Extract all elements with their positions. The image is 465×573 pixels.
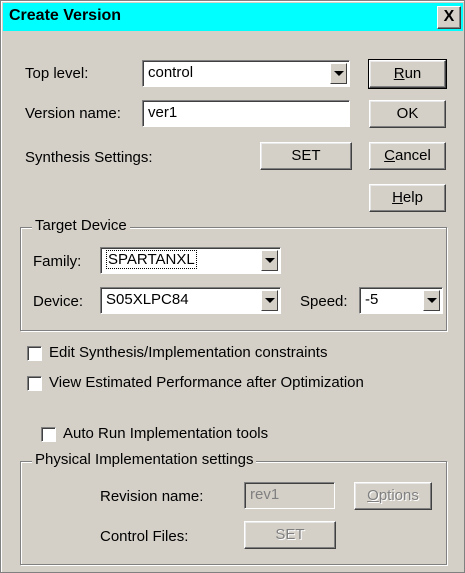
top-level-select[interactable]: control	[142, 60, 350, 87]
ok-button[interactable]: OK	[369, 100, 446, 128]
options-button-label: ptions	[378, 487, 419, 504]
create-version-dialog: Create Version X Top level: control Vers…	[0, 0, 465, 573]
run-button[interactable]: Run	[368, 59, 447, 89]
physical-implementation-group	[20, 461, 447, 565]
run-button-accel: R	[393, 65, 405, 82]
control-files-set-button: SET	[244, 521, 336, 549]
family-value: SPARTANXL	[106, 250, 197, 269]
version-name-label: Version name:	[25, 105, 121, 122]
title-bar: Create Version X	[3, 3, 463, 31]
chevron-down-icon[interactable]	[423, 290, 440, 311]
edit-constraints-label: Edit Synthesis/Implementation constraint…	[49, 344, 328, 361]
chevron-down-icon[interactable]	[261, 250, 278, 271]
close-button[interactable]: X	[437, 6, 461, 29]
device-value: S05XLPC84	[106, 291, 189, 308]
cancel-button-label: ancel	[394, 147, 431, 164]
cancel-button-accel: C	[384, 147, 395, 164]
family-select[interactable]: SPARTANXL	[100, 247, 281, 274]
speed-label: Speed:	[300, 293, 348, 310]
version-name-input[interactable]: ver1	[142, 100, 350, 127]
device-label: Device:	[33, 293, 84, 310]
revision-name-label: Revision name:	[100, 488, 204, 505]
help-button[interactable]: Help	[369, 184, 446, 212]
options-button: Options	[354, 482, 432, 510]
view-performance-checkbox[interactable]	[27, 376, 42, 391]
top-level-label: Top level:	[25, 65, 89, 82]
auto-run-checkbox[interactable]	[41, 427, 56, 442]
target-device-group-label: Target Device	[32, 217, 130, 234]
device-select[interactable]: S05XLPC84	[100, 287, 281, 314]
top-level-value: control	[148, 64, 194, 81]
target-device-group	[20, 227, 447, 331]
revision-name-value: rev1	[250, 486, 280, 503]
help-button-label: elp	[402, 189, 423, 206]
speed-select[interactable]: -5	[359, 287, 443, 314]
run-button-label: un	[404, 65, 422, 82]
chevron-down-icon[interactable]	[261, 290, 278, 311]
revision-name-input: rev1	[244, 482, 335, 509]
view-performance-label: View Estimated Performance after Optimiz…	[49, 374, 364, 391]
family-label: Family:	[33, 253, 82, 270]
version-name-value: ver1	[148, 104, 178, 121]
edit-constraints-checkbox[interactable]	[27, 346, 42, 361]
control-files-label: Control Files:	[100, 528, 189, 545]
physical-implementation-group-label: Physical Implementation settings	[32, 451, 257, 468]
synthesis-set-button[interactable]: SET	[260, 142, 352, 170]
help-button-accel: H	[392, 189, 403, 206]
dialog-title: Create Version	[9, 7, 122, 24]
auto-run-label: Auto Run Implementation tools	[63, 425, 269, 442]
options-button-accel: O	[367, 487, 379, 504]
cancel-button[interactable]: Cancel	[369, 142, 446, 170]
speed-value: -5	[365, 291, 379, 308]
chevron-down-icon[interactable]	[330, 63, 347, 84]
synthesis-settings-label: Synthesis Settings:	[25, 149, 153, 166]
